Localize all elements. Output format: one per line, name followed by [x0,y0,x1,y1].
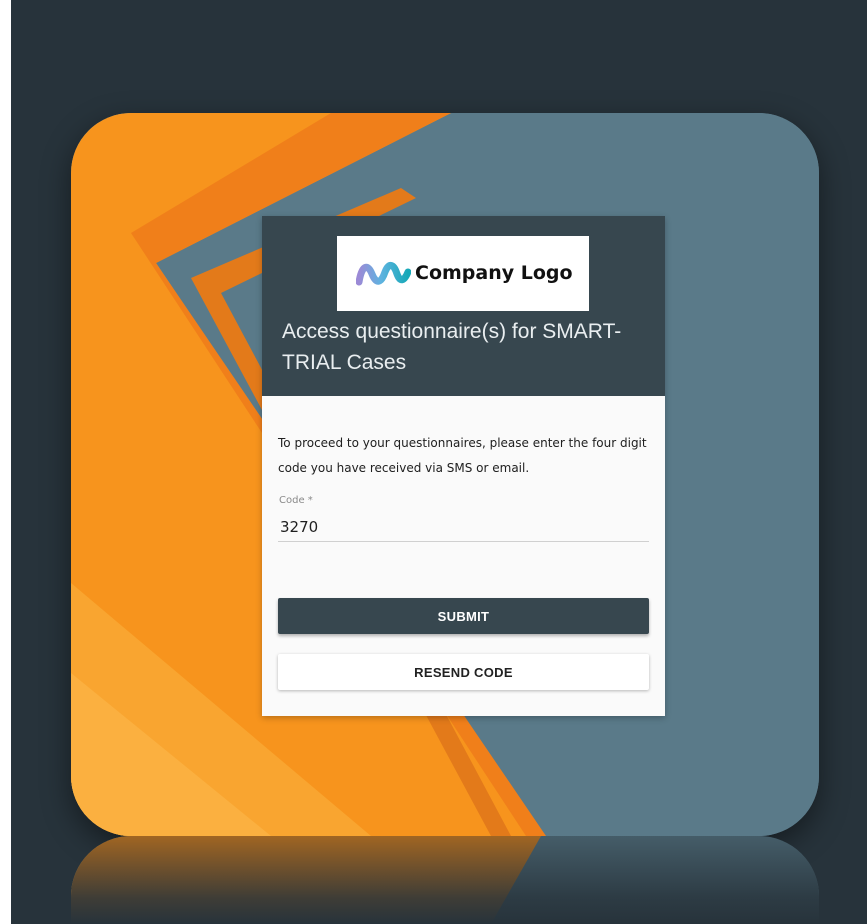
page-edge-strip [0,0,11,924]
submit-button[interactable]: SUBMIT [278,598,649,634]
login-card: Company Logo Access questionnaire(s) for… [262,216,665,716]
wave-logo-icon [356,262,411,286]
code-field-label: Code * [279,495,313,506]
logo-text: Company Logo [415,262,573,284]
instructions-text: To proceed to your questionnaires, pleas… [278,436,647,475]
panel-reflection [71,836,819,924]
page-title: Access questionnaire(s) for SMART-TRIAL … [282,320,622,374]
code-input[interactable] [278,513,649,542]
card-header: Company Logo Access questionnaire(s) for… [262,216,665,396]
resend-code-button[interactable]: RESEND CODE [278,654,649,690]
company-logo: Company Logo [337,236,589,311]
reflection-fade [71,836,819,924]
